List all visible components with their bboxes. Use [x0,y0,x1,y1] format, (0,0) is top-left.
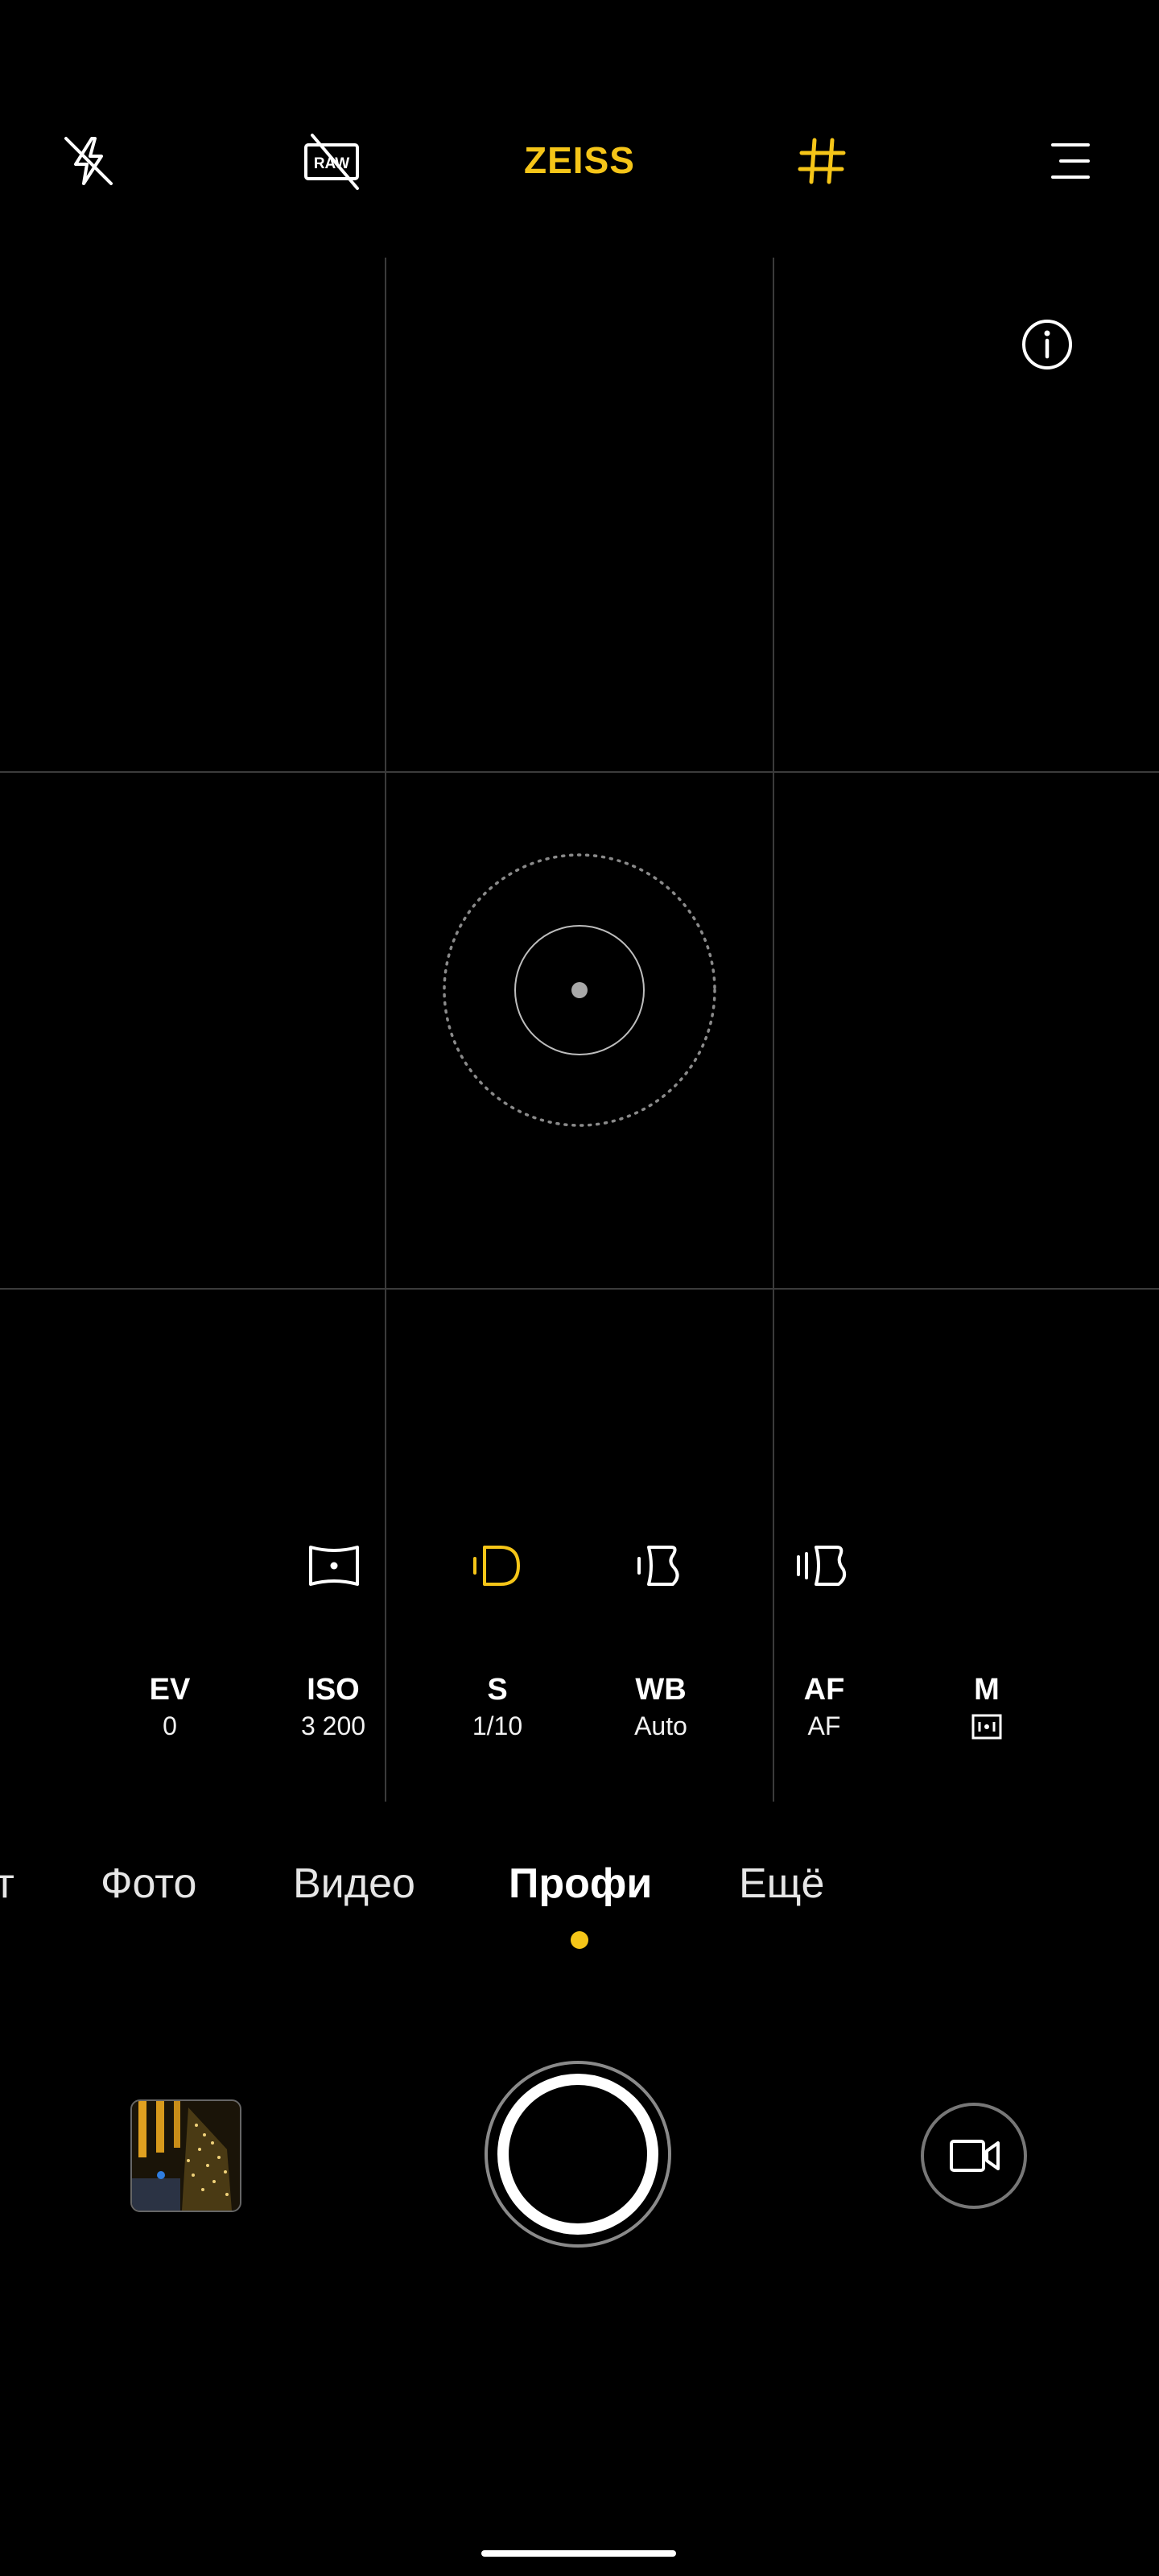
param-value: 0 [163,1711,177,1740]
panorama-frame-icon[interactable] [306,1538,362,1594]
mode-tab-video[interactable]: Видео [293,1852,415,1916]
grid-icon[interactable] [790,129,855,193]
info-icon[interactable] [1021,318,1074,371]
param-value: Auto [634,1711,687,1740]
gallery-thumbnail[interactable] [130,2099,241,2212]
param-key: M [974,1673,1000,1707]
raw-off-icon[interactable]: RAW [301,129,365,193]
param-shutter-speed[interactable]: S 1/10 [433,1671,562,1744]
param-ev[interactable]: EV 0 [105,1671,234,1744]
param-value: 1/10 [472,1711,523,1740]
mode-tab-photo[interactable]: Фото [101,1852,196,1916]
param-key: S [487,1673,508,1707]
mode-tab-pro[interactable]: Профи [509,1852,652,1916]
mode-tab-more[interactable]: Ещё [739,1852,824,1916]
param-value: AF [807,1711,841,1740]
param-key: EV [149,1673,191,1707]
mode-tab-partial[interactable]: т [0,1852,14,1916]
param-key: ISO [307,1673,360,1707]
menu-icon[interactable] [1038,129,1103,193]
param-key: AF [803,1673,845,1707]
active-mode-indicator [571,1931,588,1949]
video-mode-button[interactable] [921,2103,1027,2209]
video-camera-icon [950,2140,1000,2172]
param-key: WB [635,1673,687,1707]
grid-line [773,258,774,1802]
param-value: 3 200 [300,1711,366,1740]
focus-exposure-dial[interactable] [441,852,718,1133]
star-trail-icon[interactable] [794,1538,850,1594]
light-trail-icon[interactable] [468,1538,525,1594]
metering-icon [922,1708,1051,1744]
grid-line [0,1288,1159,1290]
param-metering[interactable]: M [922,1671,1051,1744]
param-autofocus[interactable]: AF AF [760,1671,889,1744]
param-white-balance[interactable]: WB Auto [596,1671,725,1744]
silky-water-icon[interactable] [631,1538,687,1594]
home-indicator[interactable] [481,2550,676,2557]
grid-line [385,258,386,1802]
brand-logo: ZEISS [524,139,635,181]
flash-off-icon[interactable] [56,129,121,193]
param-iso[interactable]: ISO 3 200 [269,1671,398,1744]
grid-line [0,771,1159,773]
shutter-button[interactable] [497,2074,658,2235]
